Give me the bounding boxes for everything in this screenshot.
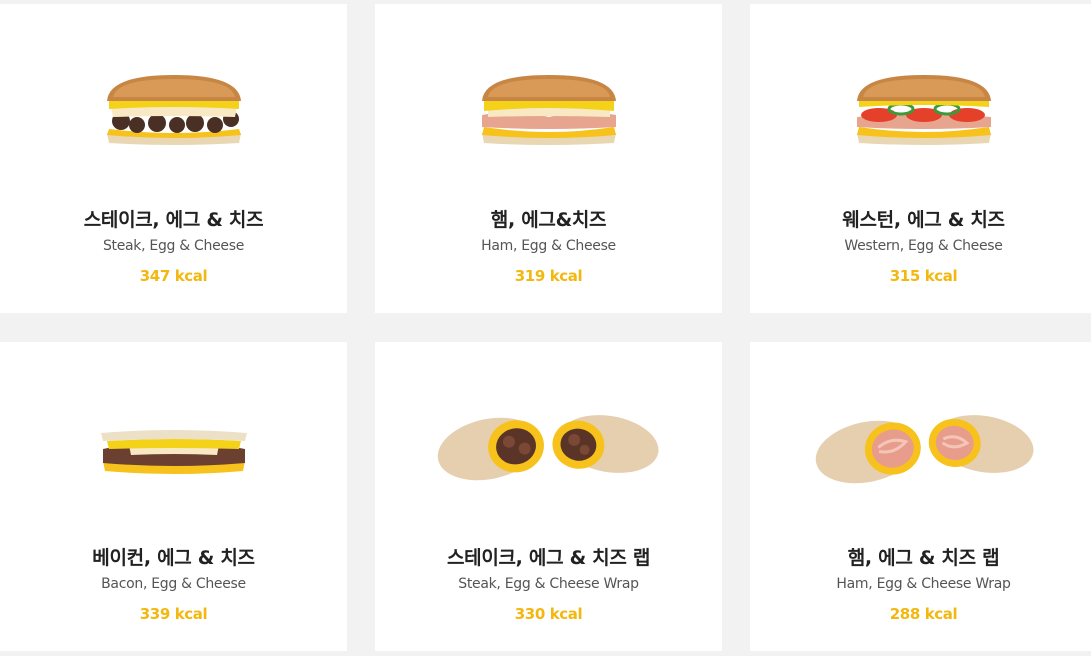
menu-item-english-name: Ham, Egg & Cheese Wrap — [836, 576, 1011, 592]
menu-card-ham-egg-cheese-wrap[interactable]: 햄, 에그 & 치즈 랩 Ham, Egg & Cheese Wrap 288 … — [750, 342, 1091, 651]
menu-item-english-name: Ham, Egg & Cheese — [481, 238, 616, 254]
menu-item-calories: 288 kcal — [889, 605, 958, 623]
sandwich-image — [0, 394, 347, 504]
menu-item-english-name: Steak, Egg & Cheese — [102, 238, 245, 254]
menu-item-korean-name: 웨스턴, 에그 & 치즈 — [842, 209, 1005, 231]
menu-item-english-name: Steak, Egg & Cheese Wrap — [458, 576, 639, 592]
menu-item-calories: 339 kcal — [139, 605, 208, 623]
menu-card-steak-egg-cheese[interactable]: 스테이크, 에그 & 치즈 Steak, Egg & Cheese 347 kc… — [0, 4, 347, 313]
sandwich-image — [375, 56, 722, 166]
menu-item-calories: 347 kcal — [139, 267, 208, 285]
menu-card-bacon-egg-cheese[interactable]: 베이컨, 에그 & 치즈 Bacon, Egg & Cheese 339 kca… — [0, 342, 347, 651]
sandwich-image — [750, 56, 1091, 166]
menu-grid: 스테이크, 에그 & 치즈 Steak, Egg & Cheese 347 kc… — [0, 0, 1091, 656]
menu-card-steak-egg-cheese-wrap[interactable]: 스테이크, 에그 & 치즈 랩 Steak, Egg & Cheese Wrap… — [375, 342, 722, 651]
menu-item-calories: 315 kcal — [889, 267, 958, 285]
menu-card-ham-egg-cheese[interactable]: 햄, 에그&치즈 Ham, Egg & Cheese 319 kcal — [375, 4, 722, 313]
menu-item-korean-name: 스테이크, 에그 & 치즈 — [83, 209, 264, 231]
menu-item-korean-name: 햄, 에그&치즈 — [490, 209, 607, 231]
wrap-image — [750, 394, 1091, 504]
sandwich-image — [0, 56, 347, 166]
wrap-image — [375, 394, 722, 504]
menu-item-english-name: Western, Egg & Cheese — [844, 238, 1003, 254]
menu-item-calories: 330 kcal — [514, 605, 583, 623]
menu-item-korean-name: 스테이크, 에그 & 치즈 랩 — [446, 547, 651, 569]
menu-card-western-egg-cheese[interactable]: 웨스턴, 에그 & 치즈 Western, Egg & Cheese 315 k… — [750, 4, 1091, 313]
menu-item-english-name: Bacon, Egg & Cheese — [101, 576, 246, 592]
menu-item-korean-name: 베이컨, 에그 & 치즈 — [92, 547, 255, 569]
menu-item-korean-name: 햄, 에그 & 치즈 랩 — [847, 547, 1000, 569]
menu-item-calories: 319 kcal — [514, 267, 583, 285]
